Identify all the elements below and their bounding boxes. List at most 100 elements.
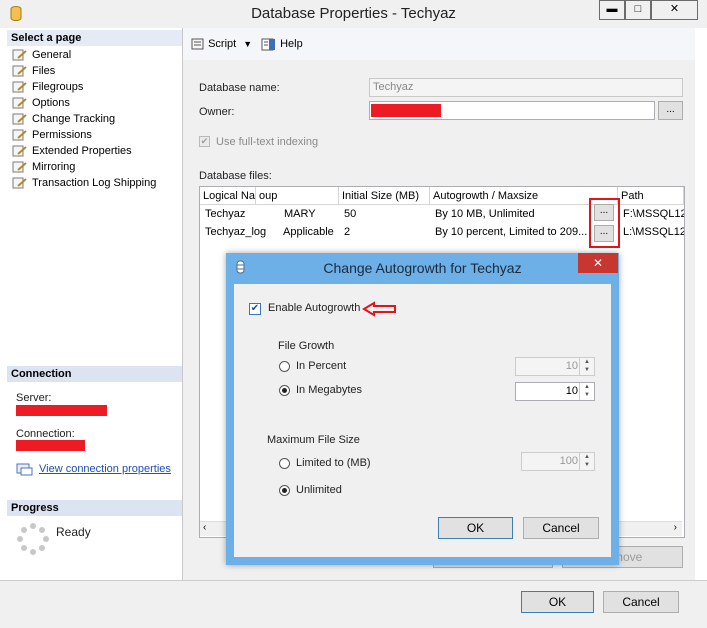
cell-logical-name[interactable]: Techyaz_log — [200, 224, 270, 241]
script-icon — [191, 38, 204, 50]
progress-heading: Progress — [7, 500, 182, 516]
dialog-ok-button[interactable]: OK — [438, 517, 513, 539]
help-button[interactable]: Help — [261, 37, 303, 51]
help-icon — [261, 38, 275, 51]
progress-status: Ready — [56, 525, 91, 539]
change-autogrowth-dialog: Change Autogrowth for Techyaz ✕ ✔ Enable… — [226, 253, 619, 565]
in-percent-radio[interactable] — [279, 361, 290, 372]
percent-stepper[interactable]: 10 ▲ ▼ — [515, 357, 595, 376]
sidebar-item-label: Files — [32, 65, 56, 77]
owner-label: Owner: — [199, 106, 235, 118]
autogrowth-edit-button-data[interactable]: ... — [594, 204, 614, 221]
sidebar-item-label: Extended Properties — [32, 145, 132, 157]
sidebar-item-label: Change Tracking — [32, 113, 116, 125]
cancel-button[interactable]: Cancel — [603, 591, 679, 613]
arrow-annotation-icon — [362, 301, 396, 317]
page-icon — [12, 177, 28, 189]
megabytes-stepper[interactable]: 10 ▲ ▼ — [515, 382, 595, 401]
connection-label: Connection: — [16, 428, 75, 440]
page-icon — [12, 113, 28, 125]
unlimited-label: Unlimited — [296, 484, 342, 496]
minimize-button[interactable]: ▬ — [599, 0, 625, 20]
maximize-button[interactable]: □ — [625, 0, 651, 20]
sidebar-item-extended-properties[interactable]: Extended Properties — [12, 144, 132, 159]
enable-autogrowth-label: Enable Autogrowth — [268, 302, 361, 314]
footer-bar — [0, 580, 707, 628]
page-icon — [12, 161, 28, 173]
sidebar-item-general[interactable]: General — [12, 48, 71, 63]
cell-filegroup[interactable]: MARY — [256, 206, 339, 223]
connection-properties-icon — [16, 463, 33, 476]
dialog-close-button[interactable]: ✕ — [578, 253, 618, 273]
toolbar — [183, 28, 695, 61]
sidebar-item-label: General — [32, 49, 72, 61]
sidebar-item-label: Transaction Log Shipping — [32, 177, 157, 189]
column-header-logical-name[interactable]: Logical Na — [200, 187, 256, 205]
cell-filegroup[interactable]: Applicable — [270, 224, 339, 241]
enable-autogrowth-checkbox[interactable]: ✔ — [249, 303, 261, 315]
maximum-file-size-heading: Maximum File Size — [267, 434, 360, 446]
sidebar-item-change-tracking[interactable]: Change Tracking — [12, 112, 115, 127]
cell-path[interactable]: F:\MSSQL12 — [618, 206, 684, 223]
in-megabytes-radio[interactable] — [279, 385, 290, 396]
sidebar-item-options[interactable]: Options — [12, 96, 70, 111]
percent-value: 10 — [565, 360, 578, 372]
stepper-arrows-icon[interactable]: ▲ ▼ — [579, 453, 594, 470]
redacted-connection — [16, 440, 85, 451]
limited-to-stepper[interactable]: 100 ▲ ▼ — [521, 452, 595, 471]
unlimited-radio[interactable] — [279, 485, 290, 496]
sidebar-item-permissions[interactable]: Permissions — [12, 128, 92, 143]
db-name-field[interactable]: Techyaz — [369, 78, 683, 97]
sidebar-item-filegroups[interactable]: Filegroups — [12, 80, 83, 95]
column-header-path[interactable]: Path — [618, 187, 684, 205]
limited-to-value: 100 — [559, 455, 578, 467]
sidebar-item-label: Filegroups — [32, 81, 84, 93]
scroll-right-icon[interactable]: › — [674, 522, 677, 533]
megabytes-value: 10 — [565, 385, 578, 397]
sidebar-item-files[interactable]: Files — [12, 64, 55, 79]
page-icon — [12, 65, 28, 77]
chevron-down-icon[interactable]: ▼ — [243, 39, 252, 49]
sidebar-item-label: Permissions — [32, 129, 92, 141]
sidebar-item-label: Mirroring — [32, 161, 76, 173]
db-name-label: Database name: — [199, 82, 280, 94]
redacted-owner — [371, 104, 441, 117]
help-label: Help — [280, 38, 303, 50]
sidebar-item-mirroring[interactable]: Mirroring — [12, 160, 75, 175]
stepper-arrows-icon[interactable]: ▲ ▼ — [579, 383, 594, 400]
dialog-body: ✔ Enable Autogrowth File Growth In Perce… — [234, 284, 611, 557]
progress-spinner-icon — [17, 523, 49, 555]
page-icon — [12, 129, 28, 141]
view-connection-properties-link[interactable]: View connection properties — [39, 463, 171, 475]
server-label: Server: — [16, 392, 52, 404]
limited-to-label: Limited to (MB) — [296, 457, 371, 469]
close-button[interactable]: ✕ — [651, 0, 698, 20]
connection-heading: Connection — [7, 366, 182, 382]
owner-browse-button[interactable]: ... — [658, 101, 683, 120]
scroll-left-icon[interactable]: ‹ — [203, 522, 206, 533]
cell-path[interactable]: L:\MSSQL12 — [618, 224, 684, 241]
title-bar: Database Properties - Techyaz ▬ □ ✕ — [0, 0, 707, 28]
ok-button[interactable]: OK — [521, 591, 594, 613]
page-icon — [12, 145, 28, 157]
column-header-initial-size[interactable]: Initial Size (MB) — [339, 187, 430, 205]
page-icon — [12, 81, 28, 93]
cell-initial-size[interactable]: 50 — [339, 206, 430, 223]
autogrowth-edit-button-log[interactable]: ... — [594, 225, 614, 242]
cell-autogrowth: By 10 percent, Limited to 209... — [435, 226, 588, 238]
owner-field[interactable] — [369, 101, 655, 120]
stepper-arrows-icon[interactable]: ▲ ▼ — [579, 358, 594, 375]
column-header-filegroup[interactable]: oup — [256, 187, 339, 205]
cell-logical-name[interactable]: Techyaz — [200, 206, 256, 223]
page-icon — [12, 97, 28, 109]
fulltext-label: Use full-text indexing — [216, 136, 319, 148]
dialog-cancel-button[interactable]: Cancel — [523, 517, 599, 539]
fulltext-checkbox[interactable]: ✔ — [199, 136, 210, 147]
cell-initial-size[interactable]: 2 — [339, 224, 430, 241]
sidebar-item-label: Options — [32, 97, 70, 109]
script-button[interactable]: Script ▼ — [191, 37, 252, 51]
in-megabytes-label: In Megabytes — [296, 384, 363, 396]
limited-to-radio[interactable] — [279, 458, 290, 469]
sidebar-item-log-shipping[interactable]: Transaction Log Shipping — [12, 176, 156, 191]
database-files-label: Database files: — [199, 170, 272, 182]
